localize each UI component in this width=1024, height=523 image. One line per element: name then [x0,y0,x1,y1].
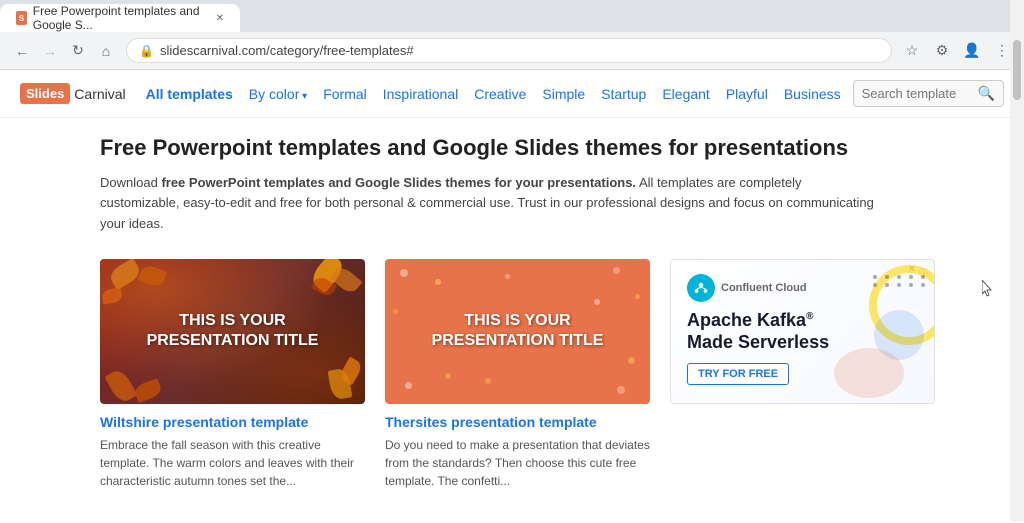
wiltshire-thumbnail: THIS IS YOURPRESENTATION TITLE [100,259,365,404]
forward-button[interactable]: → [38,39,62,63]
desc-bold: free PowerPoint templates and Google Sli… [161,175,636,190]
page-content: Slides Carnival All templates By color F… [0,70,1024,523]
nav-creative[interactable]: Creative [474,82,526,106]
page-description: Download free PowerPoint templates and G… [100,173,880,235]
ad-cta-button[interactable]: TRY FOR FREE [687,363,789,385]
nav-inspirational[interactable]: Inspirational [383,82,459,106]
logo-carnival: Carnival [74,86,125,102]
search-box[interactable]: 🔍 [853,80,1004,107]
browser-toolbar: ← → ↻ ⌂ 🔒 slidescarnival.com/category/fr… [0,32,1024,69]
site-nav: Slides Carnival All templates By color F… [0,70,1024,118]
nav-links: All templates By color Formal Inspiratio… [146,82,853,106]
scrollbar-thumb[interactable] [1013,40,1021,100]
profile-button[interactable]: 👤 [960,39,984,63]
site-logo[interactable]: Slides Carnival [20,83,126,104]
address-bar[interactable]: 🔒 slidescarnival.com/category/free-templ… [126,38,892,63]
confluent-logo-icon [687,274,715,302]
search-icon[interactable]: 🔍 [978,85,995,102]
nav-simple[interactable]: Simple [542,82,585,106]
thersites-name[interactable]: Thersites presentation template [385,414,650,430]
nav-all-templates[interactable]: All templates [146,82,233,106]
nav-formal[interactable]: Formal [323,82,367,106]
tab-favicon: S [16,11,27,25]
star-button[interactable]: ☆ [900,39,924,63]
thersites-desc: Do you need to make a presentation that … [385,436,650,490]
thersites-thumbnail: THIS IS YOURPRESENTATION TITLE [385,259,650,404]
ad-inner: ✕ ⓘ Confluent Cloud [671,260,934,403]
ad-company-name: Confluent Cloud [721,282,807,294]
logo-slides: Slides [20,83,70,104]
nav-playful[interactable]: Playful [726,82,768,106]
lock-icon: 🔒 [139,44,154,58]
ad-card: ✕ ⓘ Confluent Cloud [670,259,935,404]
search-input[interactable] [862,86,972,101]
browser-chrome: S Free Powerpoint templates and Google S… [0,0,1024,70]
back-button[interactable]: ← [10,39,34,63]
template-card-thersites[interactable]: THIS IS YOURPRESENTATION TITLE Thersites… [385,259,650,490]
reload-button[interactable]: ↻ [66,39,90,63]
nav-elegant[interactable]: Elegant [662,82,709,106]
thersites-slide-title: THIS IS YOURPRESENTATION TITLE [432,311,604,353]
template-card-wiltshire[interactable]: THIS IS YOURPRESENTATION TITLE Wiltshire… [100,259,365,490]
desc-prefix: Download [100,175,161,190]
home-button[interactable]: ⌂ [94,39,118,63]
wiltshire-name[interactable]: Wiltshire presentation template [100,414,365,430]
browser-actions: ☆ ⚙ 👤 ⋮ [900,39,1014,63]
page-title: Free Powerpoint templates and Google Sli… [100,134,1004,163]
scrollbar[interactable] [1010,0,1024,521]
active-tab[interactable]: S Free Powerpoint templates and Google S… [0,4,240,32]
tab-close-button[interactable]: ✕ [216,13,224,24]
wiltshire-desc: Embrace the fall season with this creati… [100,436,365,490]
main-content: Free Powerpoint templates and Google Sli… [0,118,1024,506]
nav-by-color[interactable]: By color [249,82,307,106]
templates-grid: THIS IS YOURPRESENTATION TITLE Wiltshire… [100,259,1004,490]
wiltshire-slide-title: THIS IS YOURPRESENTATION TITLE [147,311,319,353]
tab-bar: S Free Powerpoint templates and Google S… [0,0,1024,32]
nav-buttons: ← → ↻ ⌂ [10,39,118,63]
extensions-button[interactable]: ⚙ [930,39,954,63]
nav-business[interactable]: Business [784,82,841,106]
tab-title: Free Powerpoint templates and Google S..… [33,4,210,32]
nav-startup[interactable]: Startup [601,82,646,106]
address-text: slidescarnival.com/category/free-templat… [160,43,879,58]
